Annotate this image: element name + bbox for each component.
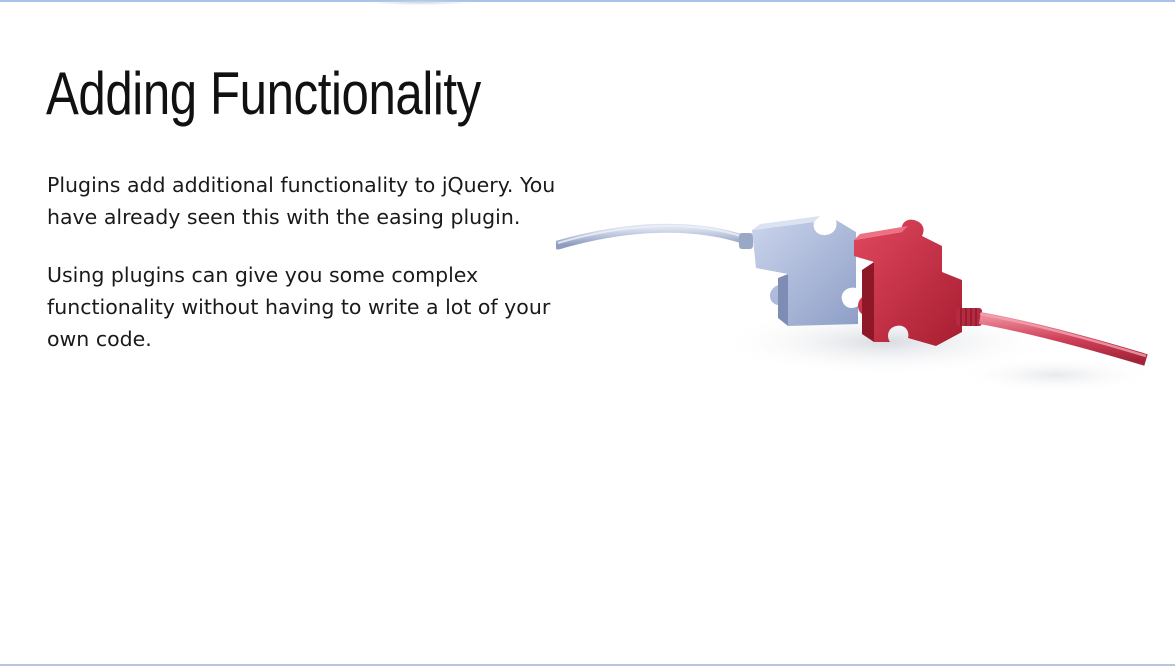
- paragraph-plugins-benefit: Using plugins can give you some complex …: [47, 263, 551, 351]
- slide-title: Adding Functionality: [46, 60, 481, 127]
- paragraph-plugins-intro: Plugins add additional functionality to …: [47, 173, 556, 229]
- blue-puzzle-piece: [752, 216, 858, 326]
- top-shadow: [372, 0, 468, 5]
- cable-shadow: [956, 357, 1151, 393]
- blue-plug-head: [739, 233, 753, 249]
- red-puzzle-piece: [854, 219, 962, 346]
- puzzle-plug-image: [556, 216, 1151, 393]
- slide-body: Plugins add additional functionality to …: [47, 169, 557, 381]
- top-border: [0, 0, 1175, 2]
- red-strain-relief: [956, 308, 982, 326]
